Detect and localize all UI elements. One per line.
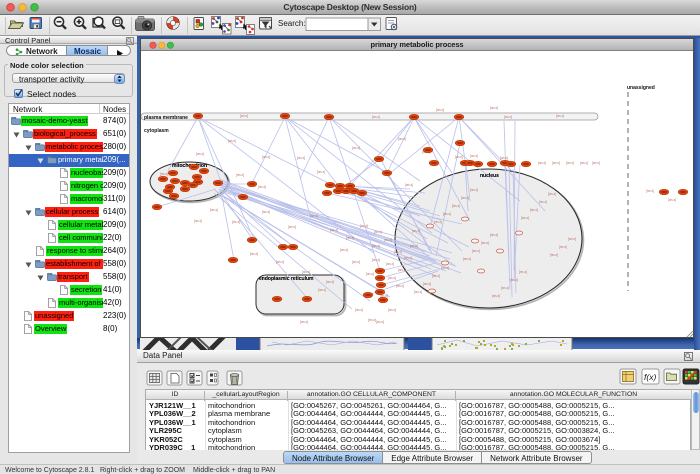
svg-text:[nn-x]: [nn-x]	[552, 161, 560, 165]
svg-text:[nn-x]: [nn-x]	[463, 257, 471, 261]
svg-text:[nn-x]: [nn-x]	[388, 308, 396, 312]
svg-text:[nn-x]: [nn-x]	[500, 156, 508, 160]
svg-text:[nn-x]: [nn-x]	[481, 241, 489, 245]
svg-text:[nn-x]: [nn-x]	[398, 137, 406, 141]
svg-text:[nn-x]: [nn-x]	[318, 288, 326, 292]
svg-text:[nn-x]: [nn-x]	[414, 290, 422, 294]
svg-text:[nn-x]: [nn-x]	[240, 114, 248, 118]
svg-text:[nn-x]: [nn-x]	[340, 248, 348, 252]
svg-text:[nn-x]: [nn-x]	[470, 188, 478, 192]
svg-text:[nn-x]: [nn-x]	[490, 233, 498, 237]
svg-text:[nn-x]: [nn-x]	[302, 270, 310, 274]
svg-text:[nn-x]: [nn-x]	[394, 250, 402, 254]
svg-text:[nn-x]: [nn-x]	[210, 208, 218, 212]
svg-text:[nn-x]: [nn-x]	[355, 308, 363, 312]
svg-text:[nn-x]: [nn-x]	[441, 266, 449, 270]
svg-text:[nn-x]: [nn-x]	[472, 249, 480, 253]
svg-text:[nn-x]: [nn-x]	[455, 155, 463, 159]
svg-text:[nn-x]: [nn-x]	[372, 115, 380, 119]
svg-text:[nn-x]: [nn-x]	[236, 173, 244, 177]
svg-text:[nn-x]: [nn-x]	[423, 282, 431, 286]
svg-text:[nn-x]: [nn-x]	[366, 272, 374, 276]
svg-text:cytoplasm: cytoplasm	[144, 128, 169, 134]
svg-text:[nn-x]: [nn-x]	[297, 156, 305, 160]
svg-text:[nn-x]: [nn-x]	[300, 320, 308, 324]
svg-text:[nn-x]: [nn-x]	[548, 192, 556, 196]
svg-text:[nn-x]: [nn-x]	[405, 183, 413, 187]
svg-text:[nn-x]: [nn-x]	[250, 252, 258, 256]
svg-text:[nn-x]: [nn-x]	[492, 294, 500, 298]
svg-text:[nn-x]: [nn-x]	[384, 238, 392, 242]
svg-text:[nn-x]: [nn-x]	[262, 155, 270, 159]
svg-text:[nn-x]: [nn-x]	[194, 219, 202, 223]
svg-text:endoplasmic reticulum: endoplasmic reticulum	[259, 276, 314, 282]
svg-text:[nn-x]: [nn-x]	[326, 280, 334, 284]
svg-text:[nn-x]: [nn-x]	[646, 189, 654, 193]
svg-text:[nn-x]: [nn-x]	[539, 200, 547, 204]
svg-text:[nn-x]: [nn-x]	[352, 260, 360, 264]
svg-text:unassigned: unassigned	[627, 85, 655, 91]
svg-text:[nn-x]: [nn-x]	[288, 225, 296, 229]
svg-text:[nn-x]: [nn-x]	[196, 152, 204, 156]
svg-text:[nn-x]: [nn-x]	[550, 253, 558, 257]
svg-text:[nn-x]: [nn-x]	[519, 270, 527, 274]
svg-text:[nn-x]: [nn-x]	[317, 170, 325, 174]
svg-text:[nn-x]: [nn-x]	[386, 262, 394, 266]
svg-text:[nn-x]: [nn-x]	[276, 260, 284, 264]
svg-text:[nn-x]: [nn-x]	[412, 229, 420, 233]
svg-text:[nn-x]: [nn-x]	[410, 244, 418, 248]
svg-text:[nn-x]: [nn-x]	[501, 286, 509, 290]
svg-text:[nn-x]: [nn-x]	[490, 106, 498, 110]
svg-text:[nn-x]: [nn-x]	[398, 268, 406, 272]
svg-text:[nn-x]: [nn-x]	[368, 318, 376, 322]
svg-text:[nn-x]: [nn-x]	[396, 284, 404, 288]
svg-text:[nn-x]: [nn-x]	[352, 146, 360, 150]
svg-text:[nn-x]: [nn-x]	[404, 256, 412, 260]
svg-text:[nn-x]: [nn-x]	[310, 214, 318, 218]
svg-text:[nn-x]: [nn-x]	[258, 185, 266, 189]
svg-text:[nn-x]: [nn-x]	[436, 108, 444, 112]
svg-text:[nn-x]: [nn-x]	[566, 161, 574, 165]
svg-text:[nn-x]: [nn-x]	[461, 196, 469, 200]
svg-text:[nn-x]: [nn-x]	[510, 278, 518, 282]
svg-text:[nn-x]: [nn-x]	[580, 161, 588, 165]
svg-text:[nn-x]: [nn-x]	[228, 139, 236, 143]
svg-text:[nn-x]: [nn-x]	[374, 230, 382, 234]
svg-text:[nn-x]: [nn-x]	[372, 244, 380, 248]
svg-text:[nn-x]: [nn-x]	[568, 237, 576, 241]
svg-text:[nn-x]: [nn-x]	[360, 224, 368, 228]
svg-text:[nn-x]: [nn-x]	[346, 236, 354, 240]
svg-text:[nn-x]: [nn-x]	[538, 161, 546, 165]
svg-text:plasma membrane: plasma membrane	[144, 115, 188, 121]
svg-text:[nn-x]: [nn-x]	[432, 274, 440, 278]
svg-text:[nn-x]: [nn-x]	[443, 212, 451, 216]
svg-text:[nn-x]: [nn-x]	[592, 161, 600, 165]
svg-text:[nn-x]: [nn-x]	[556, 114, 564, 118]
svg-text:[nn-x]: [nn-x]	[559, 245, 567, 249]
svg-text:[nn-x]: [nn-x]	[530, 208, 538, 212]
svg-text:[nn-x]: [nn-x]	[452, 204, 460, 208]
svg-text:[nn-x]: [nn-x]	[470, 154, 478, 158]
svg-text:[nn-x]: [nn-x]	[232, 220, 240, 224]
svg-text:[nn-x]: [nn-x]	[160, 172, 168, 176]
svg-text:[nn-x]: [nn-x]	[388, 276, 396, 280]
svg-text:f(x): f(x)	[644, 372, 656, 382]
svg-text:[nn-x]: [nn-x]	[434, 220, 442, 224]
svg-text:[nn-x]: [nn-x]	[668, 198, 676, 202]
svg-text:Search:: Search:	[278, 19, 306, 28]
svg-text:[nn-x]: [nn-x]	[262, 210, 270, 214]
svg-text:[nn-x]: [nn-x]	[521, 216, 529, 220]
svg-text:[nn-x]: [nn-x]	[376, 320, 384, 324]
svg-text:[nn-x]: [nn-x]	[504, 115, 512, 119]
svg-text:[nn-x]: [nn-x]	[372, 258, 380, 262]
svg-text:[nn-x]: [nn-x]	[330, 228, 338, 232]
svg-text:nucleus: nucleus	[480, 173, 499, 179]
